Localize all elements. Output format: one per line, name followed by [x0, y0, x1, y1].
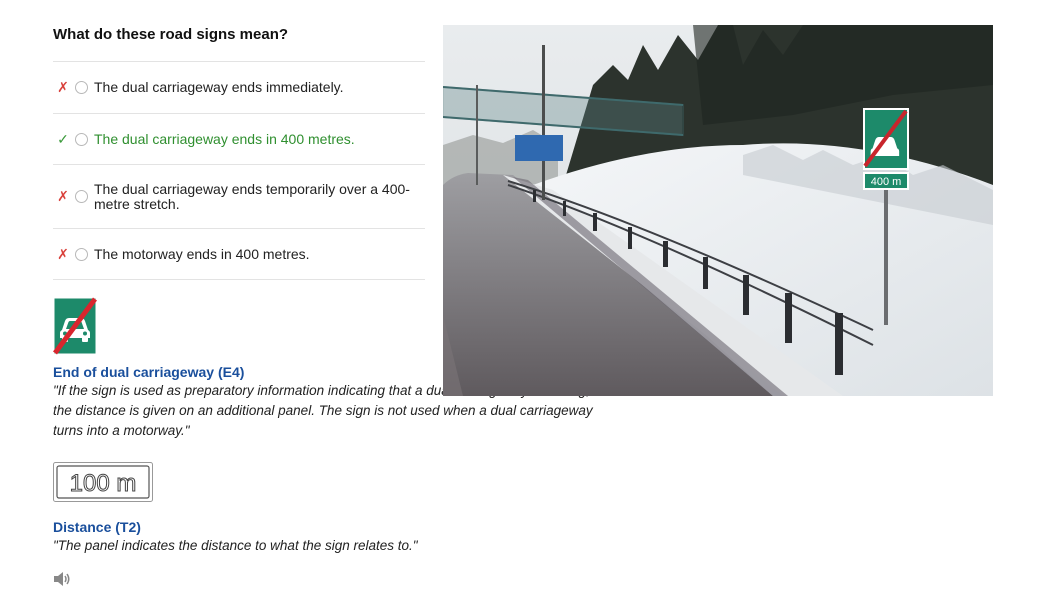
radio-button[interactable] [75, 247, 88, 261]
wrong-mark-icon: ✗ [57, 79, 69, 95]
radio-button[interactable] [75, 81, 88, 94]
answer-option-1[interactable]: ✗ The dual carriageway ends immediately. [53, 62, 425, 114]
distance-panel-text: 100 m [70, 470, 137, 497]
answer-options: ✗ The dual carriageway ends immediately.… [53, 61, 425, 280]
sign-title-e4: End of dual carriageway (E4) [53, 364, 245, 380]
sign-title-t2: Distance (T2) [53, 519, 141, 535]
road-photo: 400 m [443, 25, 993, 396]
answer-option-4[interactable]: ✗ The motorway ends in 400 metres. [53, 229, 425, 280]
correct-mark-icon: ✓ [57, 130, 69, 147]
answer-option-3[interactable]: ✗ The dual carriageway ends temporarily … [53, 165, 425, 229]
wrong-mark-icon: ✗ [57, 245, 69, 262]
radio-button[interactable] [75, 190, 88, 203]
answer-label: The dual carriageway ends temporarily ov… [94, 180, 410, 212]
sign-description-t2: "The panel indicates the distance to wha… [53, 538, 418, 553]
answer-option-2[interactable]: ✓ The dual carriageway ends in 400 metre… [53, 114, 425, 165]
distance-panel-sign: 100 m [53, 462, 153, 502]
photo-distance-panel-text: 400 m [871, 176, 902, 188]
answer-label: The motorway ends in 400 metres. [94, 245, 310, 262]
answer-label: The dual carriageway ends immediately. [94, 79, 344, 95]
radio-button[interactable] [75, 132, 88, 146]
question-title: What do these road signs mean? [53, 26, 289, 43]
answer-label: The dual carriageway ends in 400 metres. [94, 130, 355, 147]
wrong-mark-icon: ✗ [57, 188, 69, 204]
end-of-dual-carriageway-sign-icon [53, 297, 97, 355]
speaker-icon[interactable] [53, 571, 71, 587]
